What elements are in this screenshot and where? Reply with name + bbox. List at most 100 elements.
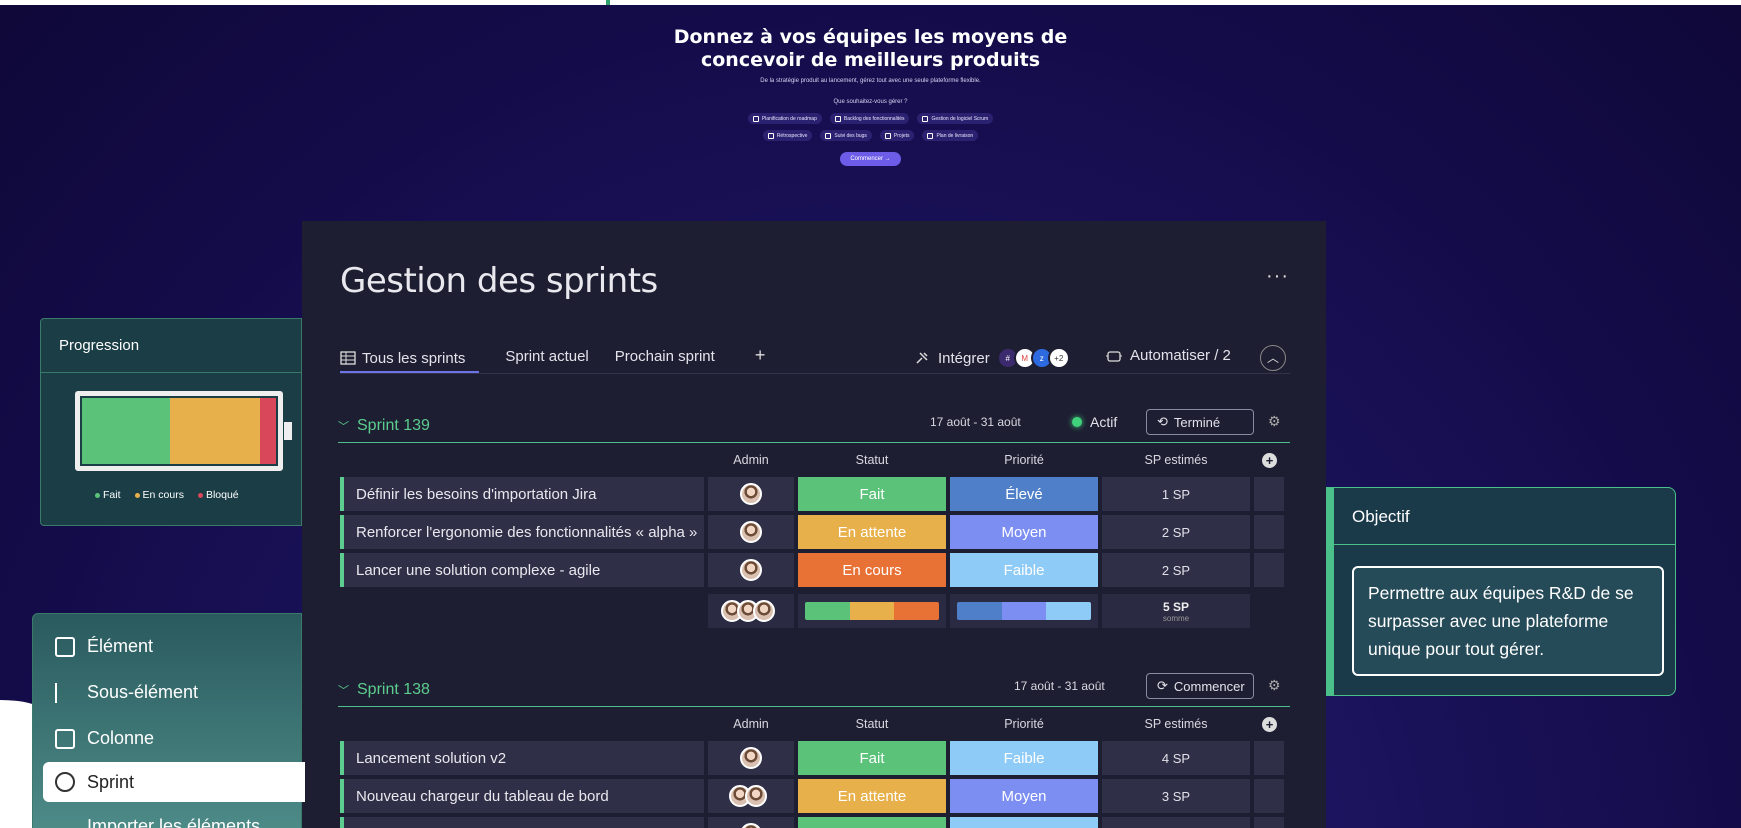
sprint-group-138: ﹀ Sprint 138 17 août - 31 août ⟳ Commencer… [338,671,1290,828]
more-integrations-badge: +2 [1047,347,1070,369]
option-chip[interactable]: Suivi des bugs [820,130,872,141]
legend-label: Bloqué [205,489,239,501]
gear-icon[interactable]: ⚙ [1268,677,1281,694]
sp-cell[interactable] [1102,817,1250,828]
col-sp: SP estimés [1144,717,1208,731]
tab-all-sprints[interactable]: Tous les sprints [340,345,480,373]
status-badge[interactable]: Fait [798,741,946,775]
more-options-icon[interactable]: ··· [1266,265,1289,288]
avatar [745,785,767,807]
item-name[interactable]: Renforcer l'ergonomie des fonctionnalité… [340,515,704,549]
item-name[interactable]: Définir les besoins d'importation Jira [340,477,704,511]
chevron-down-icon[interactable]: ﹀ [338,682,349,698]
admin-cell[interactable] [708,477,794,511]
import-icon [55,817,75,828]
priority-badge[interactable]: Faible [950,553,1098,587]
item-name[interactable]: Lancement solution v2 [340,741,704,775]
option-chip[interactable]: Backlog des fonctionnalités [829,113,910,124]
admin-cell[interactable] [708,515,794,549]
status-badge[interactable] [798,817,946,828]
battery-progress [75,391,292,471]
sp-cell[interactable]: 4 SP [1102,741,1250,775]
objective-panel: Objectif Permettre aux équipes R&D de se… [1326,487,1676,696]
tab-next-sprint[interactable]: Prochain sprint [615,345,741,367]
menu-label: Sous-élément [87,682,199,702]
sp-cell[interactable]: 1 SP [1102,477,1250,511]
progress-done [82,398,170,464]
hero-title-line2: concevoir de meilleurs produits [700,49,1040,71]
sp-cell[interactable]: 2 SP [1102,515,1250,549]
item-name[interactable] [340,817,704,828]
sprint-name[interactable]: ﹀ Sprint 138 [338,681,430,699]
status-badge[interactable]: Fait [798,477,946,511]
collapse-chevron-icon[interactable]: ︿ [1260,345,1286,371]
table-row[interactable]: Nouveau chargeur du tableau de bord En a… [338,779,1290,817]
automate-button[interactable]: Automatiser / 2 [1106,347,1231,364]
admin-cell[interactable] [708,817,794,828]
start-button[interactable]: Commencer → [840,152,901,166]
table-row[interactable]: Renforcer l'ergonomie des fonctionnalité… [338,515,1290,553]
extra-cell [1254,553,1284,587]
progress-legend: Fait En cours Bloqué [95,489,239,501]
loop-icon: ⟲ [1157,414,1168,429]
table-row[interactable]: Lancer une solution complexe - agile En … [338,553,1290,591]
menu-item-element[interactable]: Élément [55,636,153,657]
start-sprint-button[interactable]: ⟳ Commencer [1146,673,1254,699]
top-bar [0,0,1741,5]
add-view-button[interactable]: + [755,345,766,373]
checkbox-icon [927,132,934,139]
button-label: Commencer [1173,678,1245,694]
add-column-icon[interactable]: + [1262,717,1277,732]
menu-item-subelement[interactable]: Sous-élément [55,682,198,703]
objective-text[interactable]: Permettre aux équipes R&D de se surpasse… [1352,566,1664,676]
table-row[interactable]: Lancement solution v2 Fait Faible 4 SP [338,741,1290,779]
table-row-partial[interactable] [338,817,1290,828]
col-admin: Admin [733,453,769,467]
priority-badge[interactable]: Élevé [950,477,1098,511]
menu-item-sprint[interactable]: Sprint [43,762,305,802]
legend-label: Fait [103,489,121,501]
sp-cell[interactable]: 2 SP [1102,553,1250,587]
integrate-button[interactable]: Intégrer # M z +2 [914,347,1070,369]
chevron-down-icon[interactable]: ﹀ [338,418,349,434]
priority-badge[interactable]: Faible [950,741,1098,775]
gear-icon[interactable]: ⚙ [1268,413,1281,430]
avatar [740,521,762,543]
sp-cell[interactable]: 3 SP [1102,779,1250,813]
tab-current-sprint[interactable]: Sprint actuel [479,345,614,367]
subitem-icon [55,682,75,703]
hero-title: Donnez à vos équipes les moyens de conce… [0,26,1741,72]
tab-label: Prochain sprint [614,347,715,365]
progress-in-progress [169,398,261,464]
item-name[interactable]: Nouveau chargeur du tableau de bord [340,779,704,813]
option-chip[interactable]: Projets [879,130,915,141]
progress-panel: Progression Fait En cours Bloqué [40,318,302,526]
menu-item-import[interactable]: Importer les éléments [55,816,260,828]
admin-cell[interactable] [708,779,794,813]
complete-sprint-button[interactable]: ⟲ Terminé [1146,409,1254,435]
status-badge[interactable]: En attente [798,779,946,813]
status-badge[interactable]: En attente [798,515,946,549]
option-chip[interactable]: Gestion de logiciel Scrum [917,113,994,124]
column-icon [55,728,75,749]
admin-cell[interactable] [708,741,794,775]
extra-cell [1254,817,1284,828]
status-badge[interactable]: En cours [798,553,946,587]
option-chip[interactable]: Planification de roadmap [747,113,822,124]
integration-icons: # M z +2 [996,347,1070,369]
menu-item-column[interactable]: Colonne [55,728,154,749]
table-row[interactable]: Définir les besoins d'importation Jira F… [338,477,1290,515]
automate-label: Automatiser / 2 [1130,347,1231,364]
add-column-icon[interactable]: + [1262,453,1277,468]
priority-badge[interactable]: Moyen [950,779,1098,813]
sprint-name[interactable]: ﹀ Sprint 139 [338,417,430,435]
priority-badge[interactable]: Moyen [950,515,1098,549]
priority-badge[interactable] [950,817,1098,828]
admin-cell[interactable] [708,553,794,587]
admin-summary [708,594,794,628]
tab-label: Sprint actuel [505,347,589,365]
option-chip[interactable]: Rétrospective [762,130,813,141]
option-chip[interactable]: Plan de livraison [922,130,979,141]
sprint-board: Gestion des sprints ··· Tous les sprints… [302,221,1326,828]
item-name[interactable]: Lancer une solution complexe - agile [340,553,704,587]
